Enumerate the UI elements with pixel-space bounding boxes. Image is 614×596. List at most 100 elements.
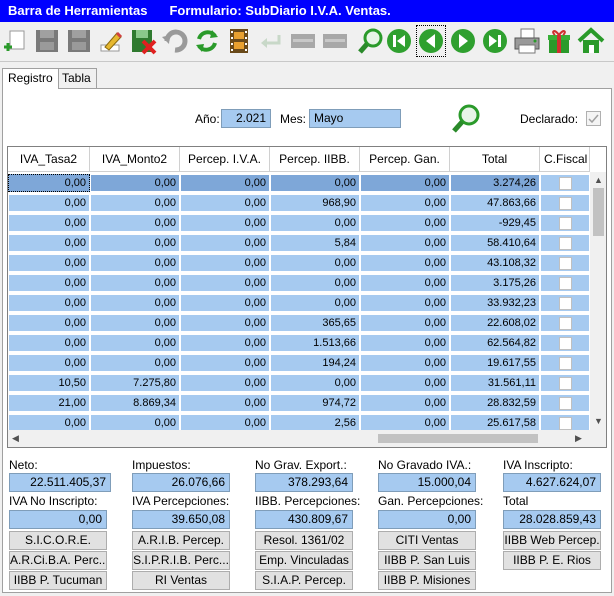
table-cell[interactable]: 0,00	[270, 274, 360, 292]
scroll-left-icon[interactable]: ◀	[12, 430, 19, 447]
disabled-button-2[interactable]	[320, 25, 350, 57]
cfiscal-checkbox[interactable]	[559, 197, 572, 210]
iva-inscripto-field[interactable]: 4.627.624,07	[503, 473, 601, 492]
table-row[interactable]: 0,00 0,00 0,00 365,65 0,00 22.608,02	[8, 313, 590, 333]
impuestos-field[interactable]: 26.076,66	[132, 473, 230, 492]
table-cell[interactable]: 0,00	[270, 214, 360, 232]
table-cell[interactable]: 0,00	[360, 354, 450, 372]
table-cell[interactable]: 0,00	[360, 194, 450, 212]
table-cell[interactable]: 974,72	[270, 394, 360, 412]
table-cell[interactable]: 0,00	[8, 254, 90, 272]
iibb-e-rios-button[interactable]: IIBB P. E. Rios	[503, 551, 601, 570]
table-cell[interactable]: 0,00	[360, 334, 450, 352]
cfiscal-checkbox[interactable]	[559, 237, 572, 250]
table-cell[interactable]: 0,00	[90, 334, 180, 352]
siap-percep-button[interactable]: S.I.A.P. Percep.	[255, 571, 353, 590]
column-header[interactable]: Percep. IIBB.	[270, 147, 360, 172]
cfiscal-cell[interactable]	[540, 174, 590, 192]
table-row[interactable]: 0,00 0,00 0,00 1.513,66 0,00 62.564,82	[8, 333, 590, 353]
table-cell[interactable]: 3.175,26	[450, 274, 540, 292]
records-grid[interactable]: IVA_Tasa2 IVA_Monto2 Percep. I.V.A. Perc…	[7, 146, 607, 448]
table-cell[interactable]: 0,00	[180, 174, 270, 192]
table-row[interactable]: 10,50 7.275,80 0,00 0,00 0,00 31.561,11	[8, 373, 590, 393]
ri-ventas-button[interactable]: RI Ventas	[132, 571, 230, 590]
resol-1361-button[interactable]: Resol. 1361/02	[255, 531, 353, 550]
edit-button[interactable]	[96, 25, 126, 57]
cfiscal-cell[interactable]	[540, 374, 590, 392]
iva-percepciones-field[interactable]: 39.650,08	[132, 510, 230, 529]
table-cell[interactable]: 0,00	[8, 354, 90, 372]
table-cell[interactable]: 58.410,64	[450, 234, 540, 252]
next-record-button[interactable]	[448, 25, 478, 57]
table-cell[interactable]: 0,00	[270, 254, 360, 272]
table-cell[interactable]: 0,00	[360, 254, 450, 272]
table-cell[interactable]: 0,00	[8, 294, 90, 312]
cfiscal-checkbox[interactable]	[559, 297, 572, 310]
return-button[interactable]	[256, 25, 286, 57]
cfiscal-cell[interactable]	[540, 334, 590, 352]
table-cell[interactable]: 1.513,66	[270, 334, 360, 352]
cfiscal-checkbox[interactable]	[559, 217, 572, 230]
table-cell[interactable]: 0,00	[8, 234, 90, 252]
table-cell[interactable]: 8.869,34	[90, 394, 180, 412]
table-cell[interactable]: 0,00	[180, 274, 270, 292]
horizontal-scrollbar[interactable]: ◀ ▶	[8, 430, 590, 447]
table-cell[interactable]: 0,00	[90, 314, 180, 332]
table-cell[interactable]: 5,84	[270, 234, 360, 252]
table-row[interactable]: 0,00 0,00 0,00 0,00 0,00 3.175,26	[8, 273, 590, 293]
table-cell[interactable]: 0,00	[8, 334, 90, 352]
cfiscal-checkbox[interactable]	[559, 357, 572, 370]
table-row[interactable]: 0,00 0,00 0,00 5,84 0,00 58.410,64	[8, 233, 590, 253]
table-cell[interactable]: 47.863,66	[450, 194, 540, 212]
table-cell[interactable]: 0,00	[90, 294, 180, 312]
iibb-misiones-button[interactable]: IIBB P. Misiones	[378, 571, 476, 590]
table-row[interactable]: 0,00 0,00 0,00 0,00 0,00 43.108,32	[8, 253, 590, 273]
emp-vinculadas-button[interactable]: Emp. Vinculadas	[255, 551, 353, 570]
column-header[interactable]: IVA_Monto2	[90, 147, 180, 172]
table-cell[interactable]: 22.608,02	[450, 314, 540, 332]
gift-button[interactable]	[544, 25, 574, 57]
citi-ventas-button[interactable]: CITI Ventas	[378, 531, 476, 550]
vertical-scroll-thumb[interactable]	[593, 188, 604, 236]
table-cell[interactable]: 194,24	[270, 354, 360, 372]
table-cell[interactable]: 0,00	[90, 234, 180, 252]
total-field[interactable]: 28.028.859,43	[503, 510, 601, 529]
iibb-web-percep-button[interactable]: IIBB Web Percep.	[503, 531, 601, 550]
scroll-right-icon[interactable]: ▶	[575, 430, 582, 447]
column-header[interactable]: IVA_Tasa2	[8, 147, 90, 172]
no-grav-export-field[interactable]: 378.293,64	[255, 473, 353, 492]
cfiscal-cell[interactable]	[540, 314, 590, 332]
cfiscal-cell[interactable]	[540, 194, 590, 212]
year-field[interactable]: 2.021	[221, 109, 271, 128]
scroll-down-icon[interactable]: ▼	[594, 413, 603, 430]
column-header[interactable]: C.Fiscal	[540, 147, 590, 172]
home-button[interactable]	[576, 25, 606, 57]
table-cell[interactable]: 0,00	[180, 294, 270, 312]
table-cell[interactable]: 968,90	[270, 194, 360, 212]
declared-checkbox[interactable]	[586, 111, 601, 126]
table-cell[interactable]: 0,00	[90, 274, 180, 292]
table-cell[interactable]: 0,00	[180, 194, 270, 212]
column-header[interactable]: Percep. Gan.	[360, 147, 450, 172]
gan-percepciones-field[interactable]: 0,00	[378, 510, 476, 529]
cfiscal-checkbox[interactable]	[559, 257, 572, 270]
table-cell[interactable]: 0,00	[360, 274, 450, 292]
table-cell[interactable]: 0,00	[360, 374, 450, 392]
siprib-perc-button[interactable]: S.I.P.R.I.B. Perc...	[132, 551, 230, 570]
neto-field[interactable]: 22.511.405,37	[9, 473, 111, 492]
cfiscal-checkbox[interactable]	[559, 337, 572, 350]
table-cell[interactable]: 0,00	[360, 314, 450, 332]
table-cell[interactable]: 0,00	[270, 374, 360, 392]
table-cell[interactable]: 10,50	[8, 374, 90, 392]
disabled-button-1[interactable]	[288, 25, 318, 57]
table-cell[interactable]: 0,00	[360, 174, 450, 192]
cfiscal-checkbox[interactable]	[559, 277, 572, 290]
table-cell[interactable]: 0,00	[180, 254, 270, 272]
table-cell[interactable]: 0,00	[90, 174, 180, 192]
table-cell[interactable]: 0,00	[360, 294, 450, 312]
save-as-button[interactable]	[64, 25, 94, 57]
table-row[interactable]: 0,00 0,00 0,00 968,90 0,00 47.863,66	[8, 193, 590, 213]
table-cell[interactable]: 0,00	[8, 194, 90, 212]
sicore-button[interactable]: S.I.C.O.R.E.	[9, 531, 107, 550]
arib-percep-button[interactable]: A.R.I.B. Percep.	[132, 531, 230, 550]
